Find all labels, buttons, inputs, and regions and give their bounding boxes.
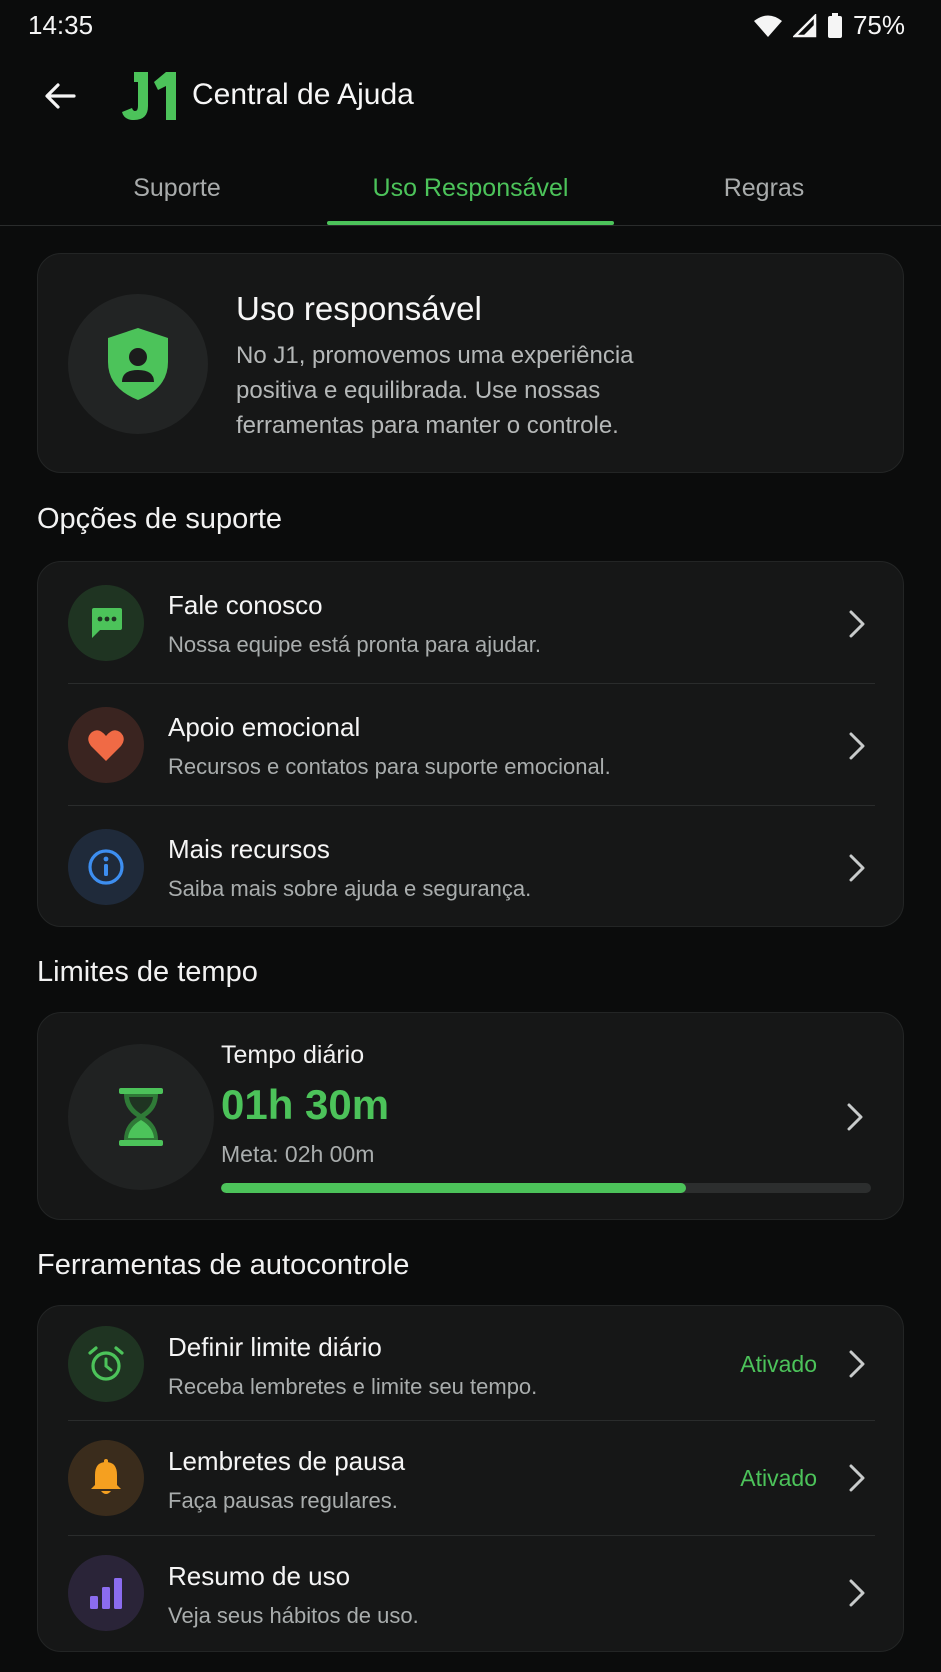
chevron-right-icon [843,608,871,640]
tab-regras[interactable]: Regras [624,150,904,226]
progress-fill [221,1183,686,1193]
bell-icon-circle [68,1440,144,1516]
status-time: 14:35 [28,10,94,40]
hero-card: Uso responsável No J1, promovemos uma ex… [37,253,904,473]
row-title: Definir limite diário [168,1332,382,1362]
info-icon-circle [68,829,144,905]
alarm-clock-icon-circle [68,1326,144,1402]
wifi-icon [753,15,782,37]
status-bar: 14:35 75% [0,0,941,48]
battery-icon [827,12,842,38]
chat-icon-circle [68,585,144,661]
row-title: Apoio emocional [168,712,361,742]
tab-suporte[interactable]: Suporte [37,150,317,226]
alarm-clock-icon [88,1346,124,1381]
bell-icon [91,1459,121,1494]
list-item-mais-recursos[interactable]: Mais recursos Saiba mais sobre ajuda e s… [38,806,905,928]
row-title: Lembretes de pausa [168,1446,406,1476]
bar-chart-icon [90,1578,122,1609]
section-title-time-limits: Limites de tempo [37,956,258,988]
row-subtitle: Saiba mais sobre ajuda e segurança. [168,876,532,901]
daily-time-goal: Meta: 02h 00m [221,1141,375,1167]
daily-time-label: Tempo diário [221,1041,365,1069]
chat-icon [92,608,122,638]
self-control-tools-card: Definir limite diário Receba lembretes e… [37,1305,904,1652]
row-subtitle: Faça pausas regulares. [168,1488,398,1513]
hourglass-icon [119,1088,163,1146]
arrow-left-icon [45,83,76,109]
daily-time-value: 01h 30m [221,1081,390,1128]
row-subtitle: Recursos e contatos para suporte emocion… [168,754,611,779]
back-button[interactable] [36,72,84,120]
section-title-tools: Ferramentas de autocontrole [37,1249,410,1281]
chevron-right-icon [843,1577,871,1609]
heart-icon-circle [68,707,144,783]
chevron-right-icon [841,1101,869,1133]
row-title: Mais recursos [168,834,330,864]
list-item-definir-limite[interactable]: Definir limite diário Receba lembretes e… [38,1306,905,1421]
hero-icon-circle [68,294,208,434]
chevron-right-icon [843,852,871,884]
list-item-lembretes-pausa[interactable]: Lembretes de pausa Faça pausas regulares… [38,1421,905,1536]
list-item-fale-conosco[interactable]: Fale conosco Nossa equipe está pronta pa… [38,562,905,684]
battery-percent: 75% [852,10,905,40]
hourglass-icon-circle [68,1044,214,1190]
support-options-card: Fale conosco Nossa equipe está pronta pa… [37,561,904,927]
row-subtitle: Veja seus hábitos de uso. [168,1603,419,1628]
daily-time-progress-bar [221,1183,871,1193]
section-title-support: Opções de suporte [37,503,283,535]
app-bar: Central de Ajuda [0,60,941,130]
info-icon [88,849,124,885]
status-badge: Ativado [740,1465,817,1491]
list-item-resumo-uso[interactable]: Resumo de uso Veja seus hábitos de uso. [38,1536,905,1651]
page-title: Central de Ajuda [192,78,414,111]
list-item-apoio-emocional[interactable]: Apoio emocional Recursos e contatos para… [38,684,905,806]
hero-description: No J1, promovemos uma experiência positi… [236,342,634,439]
row-subtitle: Receba lembretes e limite seu tempo. [168,1374,538,1399]
status-icons: 75% [753,10,905,41]
tab-bar: Suporte Uso Responsável Regras [0,150,941,226]
daily-time-card[interactable]: Tempo diário 01h 30m Meta: 02h 00m [37,1012,904,1220]
chevron-right-icon [843,1462,871,1494]
heart-icon [88,730,124,761]
chevron-right-icon [843,730,871,762]
row-title: Resumo de uso [168,1561,351,1591]
signal-icon [792,13,817,37]
row-title: Fale conosco [168,590,323,620]
j1-logo [122,72,176,120]
shield-user-icon [108,328,168,400]
status-badge: Ativado [740,1351,817,1377]
hero-title: Uso responsável [236,290,482,327]
tab-uso-responsavel[interactable]: Uso Responsável [327,150,614,226]
chevron-right-icon [843,1348,871,1380]
bar-chart-icon-circle [68,1555,144,1631]
row-subtitle: Nossa equipe está pronta para ajudar. [168,632,542,657]
active-tab-indicator [327,221,614,225]
